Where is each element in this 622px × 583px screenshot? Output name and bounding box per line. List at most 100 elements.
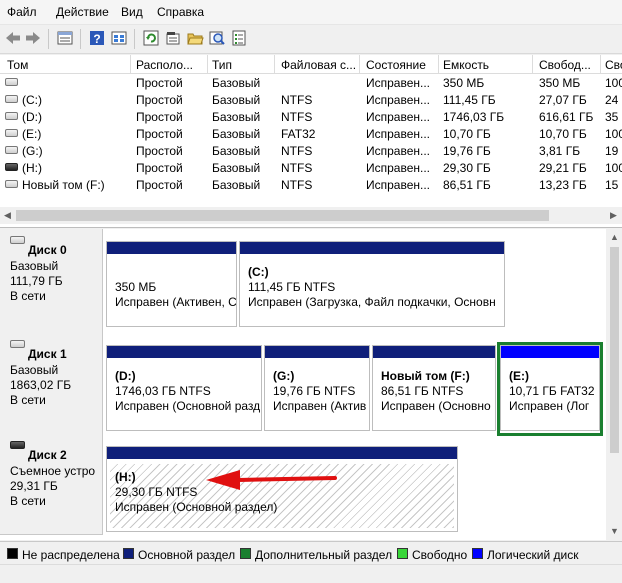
volume-cell-free: 3,81 ГБ: [539, 144, 581, 158]
volume-cell-capacity: 10,70 ГБ: [443, 127, 491, 141]
menu-view[interactable]: Вид: [121, 5, 143, 19]
properties-grid-icon[interactable]: [110, 29, 128, 47]
volume-cell-name: (H:): [22, 161, 42, 175]
legend-label-primary: Основной раздел: [138, 548, 236, 562]
volume-cell-fs: NTFS: [281, 93, 313, 107]
volume-cell-status: Исправен...: [366, 178, 431, 192]
back-arrow-icon[interactable]: [4, 29, 22, 47]
legend-label-free: Свободно: [412, 548, 468, 562]
volume-disk-icon: [5, 78, 18, 86]
volume-cell-layout: Простой: [136, 144, 183, 158]
volume-cell-capacity: 19,76 ГБ: [443, 144, 491, 158]
list-view-icon[interactable]: [56, 29, 74, 47]
volume-cell-status: Исправен...: [366, 110, 431, 124]
menu-help[interactable]: Справка: [157, 5, 204, 19]
volume-cell-type: Базовый: [212, 76, 261, 90]
volume-row[interactable]: (E:) Простой Базовый FAT32 Исправен... 10,70 …: [0, 125, 622, 142]
volume-row[interactable]: Новый том (F:) Простой Базовый NTFS Исправен…: [0, 176, 622, 193]
volume-cell-type: Базовый: [212, 127, 261, 141]
volume-cell-layout: Простой: [136, 110, 183, 124]
volume-cell-layout: Простой: [136, 161, 183, 175]
scroll-right-icon[interactable]: ▶: [610, 210, 617, 221]
disk-map: Диск 0 Базовый 111,79 ГБ В сети 350 МБ Исправ…: [0, 229, 622, 540]
volume-row[interactable]: (H:) Простой Базовый NTFS Исправен... 29,30 Г…: [0, 159, 622, 176]
volume-disk-icon: [5, 163, 18, 171]
volume-list: Том Располо... Тип Файловая с... Состоян…: [0, 55, 622, 228]
help-icon[interactable]: ?: [88, 29, 106, 47]
horizontal-scrollbar[interactable]: ◀ ▶: [0, 207, 622, 224]
volume-cell-pct: 15: [605, 178, 619, 192]
legend-swatch-extended: [240, 548, 251, 559]
volume-row[interactable]: (G:) Простой Базовый NTFS Исправен... 19,76 Г…: [0, 142, 622, 159]
column-volume[interactable]: Том: [7, 58, 127, 72]
volume-cell-free: 616,61 ГБ: [539, 110, 594, 124]
legend-swatch-unallocated: [7, 548, 18, 559]
volume-list-header: Том Располо... Тип Файловая с... Состоян…: [0, 55, 622, 74]
toolbar-separator: [48, 29, 49, 49]
volume-cell-fs: FAT32: [281, 127, 316, 141]
settings-icon[interactable]: [164, 29, 182, 47]
volume-cell-fs: NTFS: [281, 178, 313, 192]
volume-cell-type: Базовый: [212, 178, 261, 192]
volume-cell-pct: 24: [605, 93, 619, 107]
volume-cell-name: Новый том (F:): [22, 178, 105, 192]
volume-cell-layout: Простой: [136, 127, 183, 141]
column-free-percent[interactable]: Сво: [605, 58, 622, 72]
svg-text:?: ?: [93, 32, 100, 46]
volume-cell-free: 13,23 ГБ: [539, 178, 587, 192]
refresh-icon[interactable]: [142, 29, 160, 47]
toolbar-separator: [80, 29, 81, 49]
volume-cell-pct: 100: [605, 127, 622, 141]
volume-cell-type: Базовый: [212, 144, 261, 158]
volume-cell-type: Базовый: [212, 161, 261, 175]
legend-label-extended: Дополнительный раздел: [255, 548, 393, 562]
volume-cell-layout: Простой: [136, 178, 183, 192]
volume-cell-name: (G:): [22, 144, 43, 158]
scroll-left-icon[interactable]: ◀: [4, 210, 11, 221]
search-disk-icon[interactable]: [208, 29, 226, 47]
legend-label-unallocated: Не распределена: [22, 548, 120, 562]
volume-cell-name: (C:): [22, 93, 42, 107]
volume-cell-pct: 100: [605, 76, 622, 90]
volume-cell-status: Исправен...: [366, 161, 431, 175]
forward-arrow-icon[interactable]: [24, 29, 42, 47]
menu-action[interactable]: Действие: [56, 5, 109, 19]
column-capacity[interactable]: Емкость: [443, 58, 529, 72]
volume-row[interactable]: (D:) Простой Базовый NTFS Исправен... 1746,03…: [0, 108, 622, 125]
column-free[interactable]: Свобод...: [539, 58, 597, 72]
volume-cell-free: 27,07 ГБ: [539, 93, 587, 107]
scrollbar-thumb[interactable]: [16, 210, 549, 221]
volume-cell-free: 350 МБ: [539, 76, 581, 90]
volume-disk-icon: [5, 112, 18, 120]
volume-cell-free: 29,21 ГБ: [539, 161, 587, 175]
volume-cell-capacity: 1746,03 ГБ: [443, 110, 505, 124]
volume-row[interactable]: Простой Базовый Исправен... 350 МБ 350 МБ 100: [0, 74, 622, 91]
legend-swatch-free: [397, 548, 408, 559]
volume-cell-capacity: 86,51 ГБ: [443, 178, 491, 192]
volume-cell-capacity: 111,45 ГБ: [443, 93, 496, 107]
legend-label-logical: Логический диск: [487, 548, 579, 562]
volume-cell-layout: Простой: [136, 76, 183, 90]
volume-cell-layout: Простой: [136, 93, 183, 107]
tasks-icon[interactable]: [230, 29, 248, 47]
volume-row[interactable]: (C:) Простой Базовый NTFS Исправен... 111,45 …: [0, 91, 622, 108]
volume-disk-icon: [5, 180, 18, 188]
volume-cell-type: Базовый: [212, 110, 261, 124]
column-status[interactable]: Состояние: [366, 58, 436, 72]
menu-bar: Файл Действие Вид Справка: [0, 0, 622, 25]
volume-cell-status: Исправен...: [366, 127, 431, 141]
volume-cell-fs: NTFS: [281, 110, 313, 124]
volume-disk-icon: [5, 95, 18, 103]
column-filesystem[interactable]: Файловая с...: [281, 58, 357, 72]
menu-file[interactable]: Файл: [7, 5, 37, 19]
legend-swatch-logical: [472, 548, 483, 559]
toolbar-separator: [134, 29, 135, 49]
column-type[interactable]: Тип: [212, 58, 272, 72]
status-bar: [0, 564, 622, 583]
volume-disk-icon: [5, 129, 18, 137]
volume-cell-name: (D:): [22, 110, 42, 124]
column-layout[interactable]: Располо...: [136, 58, 204, 72]
open-folder-icon[interactable]: [186, 29, 204, 47]
volume-cell-capacity: 350 МБ: [443, 76, 485, 90]
legend-bar: Не распределена Основной раздел Дополнит…: [0, 541, 622, 564]
